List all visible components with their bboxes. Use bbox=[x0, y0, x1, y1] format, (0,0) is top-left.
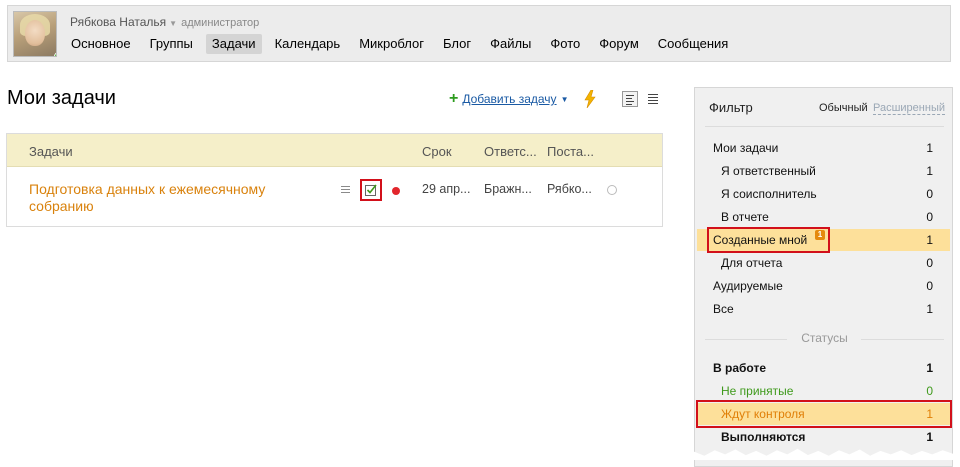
column-header-creator[interactable]: Поста... bbox=[547, 144, 594, 159]
filter-item-in-report[interactable]: В отчете 0 bbox=[697, 206, 950, 228]
table-row: Подготовка данных к ежемесячному собрани… bbox=[7, 167, 662, 227]
filter-item-label: В работе bbox=[713, 361, 766, 375]
filter-item-not-accepted[interactable]: Не принятые 0 bbox=[697, 380, 950, 402]
main-nav: Основное Группы Задачи Календарь Микробл… bbox=[65, 34, 741, 54]
filter-item-label: Я ответственный bbox=[721, 164, 816, 178]
filter-item-audited[interactable]: Аудируемые 0 bbox=[697, 275, 950, 297]
annotation-highlight-frame bbox=[696, 400, 952, 428]
annotation-highlight-frame bbox=[707, 227, 830, 253]
nav-item-photo[interactable]: Фото bbox=[544, 34, 586, 54]
filter-mode-advanced[interactable]: Расширенный bbox=[873, 102, 945, 115]
filter-item-executing[interactable]: Выполняются 1 bbox=[697, 426, 950, 448]
statuses-heading: Статусы bbox=[801, 331, 848, 345]
filter-item-label: В отчете bbox=[721, 210, 769, 224]
nav-item-forum[interactable]: Форум bbox=[593, 34, 645, 54]
column-header-responsible[interactable]: Ответс... bbox=[484, 144, 537, 159]
task-title-link[interactable]: Подготовка данных к ежемесячному собрани… bbox=[29, 181, 319, 215]
avatar-face bbox=[25, 20, 45, 46]
nav-item-blog[interactable]: Блог bbox=[437, 34, 477, 54]
view-compact-icon[interactable] bbox=[647, 91, 661, 107]
user-role: администратор bbox=[181, 17, 260, 29]
filter-item-all[interactable]: Все 1 bbox=[697, 298, 950, 320]
user-avatar[interactable] bbox=[13, 11, 57, 57]
divider bbox=[705, 126, 944, 127]
task-creator[interactable]: Рябко... bbox=[547, 182, 592, 196]
user-name[interactable]: Рябкова Наталья bbox=[70, 15, 166, 29]
filter-item-label: Мои задачи bbox=[713, 141, 779, 155]
filter-item-count: 1 bbox=[926, 141, 933, 155]
task-responsible[interactable]: Бражн... bbox=[484, 182, 532, 196]
filter-item-count: 1 bbox=[926, 361, 933, 375]
filter-item-label: Аудируемые bbox=[713, 279, 783, 293]
filter-item-count: 0 bbox=[926, 256, 933, 270]
filter-item-label: Для отчета bbox=[721, 256, 783, 270]
chevron-down-icon[interactable]: ▼ bbox=[169, 19, 177, 28]
menu-icon[interactable] bbox=[341, 186, 350, 194]
nav-item-files[interactable]: Файлы bbox=[484, 34, 537, 54]
filter-item-count: 1 bbox=[926, 430, 933, 444]
filter-item-label: Я соисполнитель bbox=[721, 187, 817, 201]
divider bbox=[861, 339, 944, 340]
task-status-circle-icon[interactable] bbox=[607, 185, 617, 195]
chevron-down-icon[interactable]: ▼ bbox=[561, 95, 569, 104]
user-info: Рябкова Наталья ▼ администратор bbox=[70, 15, 259, 29]
nav-item-groups[interactable]: Группы bbox=[144, 34, 199, 54]
filter-item-label: Все bbox=[713, 302, 734, 316]
nav-item-microblog[interactable]: Микроблог bbox=[353, 34, 430, 54]
filter-panel: Фильтр Обычный Расширенный Мои задачи 1 … bbox=[694, 87, 953, 467]
filter-title: Фильтр bbox=[709, 100, 753, 115]
filter-mode-simple[interactable]: Обычный bbox=[819, 102, 868, 114]
top-header: Рябкова Наталья ▼ администратор Основное Г… bbox=[7, 5, 951, 62]
complete-task-icon[interactable] bbox=[360, 179, 382, 201]
high-priority-icon bbox=[392, 187, 400, 195]
filter-item-count: 0 bbox=[926, 279, 933, 293]
filter-item-count: 0 bbox=[926, 187, 933, 201]
nav-item-messages[interactable]: Сообщения bbox=[652, 34, 735, 54]
filter-item-responsible[interactable]: Я ответственный 1 bbox=[697, 160, 950, 182]
filter-item-count: 0 bbox=[926, 384, 933, 398]
nav-item-calendar[interactable]: Календарь bbox=[269, 34, 347, 54]
online-status-icon bbox=[54, 52, 56, 56]
filter-item-in-progress[interactable]: В работе 1 bbox=[697, 357, 950, 379]
column-header-task[interactable]: Задачи bbox=[29, 144, 73, 159]
column-header-deadline[interactable]: Срок bbox=[422, 144, 452, 159]
filter-item-label: Не принятые bbox=[721, 384, 794, 398]
task-table: Задачи Срок Ответс... Поста... Подготовк… bbox=[6, 133, 663, 227]
lightning-icon[interactable] bbox=[583, 90, 597, 108]
filter-item-label: Выполняются bbox=[721, 430, 806, 444]
view-detailed-icon[interactable] bbox=[622, 91, 638, 107]
add-task-label[interactable]: Добавить задачу bbox=[462, 92, 556, 106]
filter-item-count: 1 bbox=[926, 302, 933, 316]
table-header: Задачи Срок Ответс... Поста... bbox=[7, 134, 662, 167]
filter-item-for-report[interactable]: Для отчета 0 bbox=[697, 252, 950, 274]
filter-item-my-tasks[interactable]: Мои задачи 1 bbox=[697, 137, 950, 159]
filter-item-coexecutor[interactable]: Я соисполнитель 0 bbox=[697, 183, 950, 205]
nav-item-main[interactable]: Основное bbox=[65, 34, 137, 54]
add-task-button[interactable]: + Добавить задачу ▼ bbox=[449, 90, 569, 107]
nav-item-tasks[interactable]: Задачи bbox=[205, 34, 262, 54]
filter-item-count: 0 bbox=[926, 210, 933, 224]
plus-icon: + bbox=[449, 90, 459, 107]
filter-item-count: 1 bbox=[926, 164, 933, 178]
task-deadline: 29 апр... bbox=[422, 182, 471, 196]
filter-item-count: 1 bbox=[926, 233, 933, 247]
page-title: Мои задачи bbox=[7, 87, 116, 109]
